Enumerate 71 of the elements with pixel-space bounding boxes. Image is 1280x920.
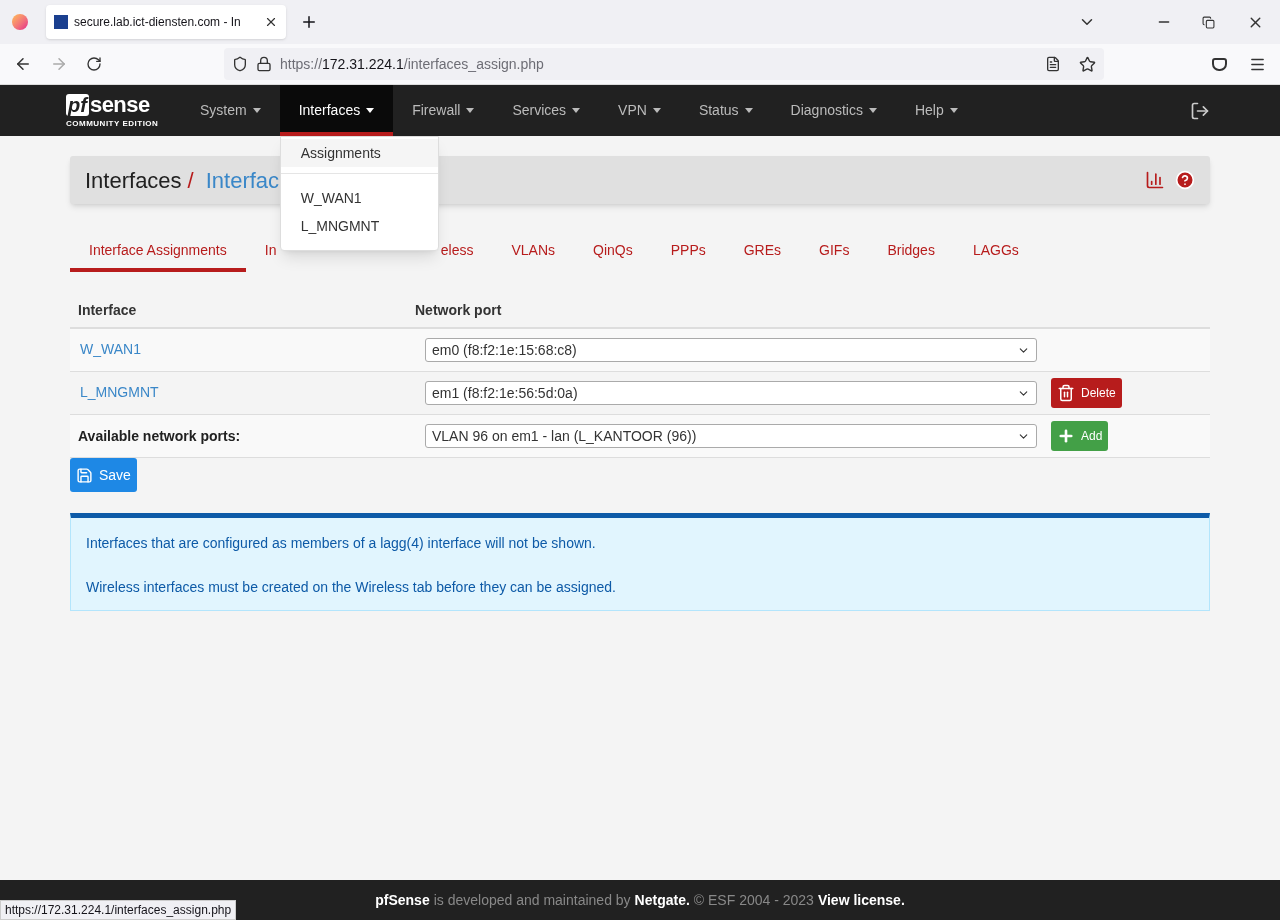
port-select[interactable]: em0 (f8:f2:1e:15:68:c8) — [425, 338, 1037, 362]
save-button[interactable]: Save — [70, 458, 137, 492]
breadcrumb-separator: / — [187, 166, 194, 195]
firefox-logo-icon[interactable] — [12, 14, 28, 30]
dropdown-item[interactable]: Assignments — [280, 139, 438, 167]
pocket-icon[interactable] — [1212, 57, 1227, 71]
trash-icon — [1057, 384, 1075, 402]
tab[interactable]: QinQs — [574, 243, 652, 272]
shield-icon[interactable] — [232, 56, 248, 72]
tab[interactable]: PPPs — [651, 243, 725, 272]
nav-menu-item[interactable]: Firewall — [393, 85, 494, 136]
caret-icon — [572, 108, 581, 113]
footer-text: pfSense — [375, 890, 430, 910]
tab[interactable]: Bridges — [868, 243, 954, 272]
new-tab-icon[interactable] — [300, 13, 318, 31]
reader-view-icon[interactable] — [1045, 56, 1061, 72]
pfsense-logo[interactable]: pfsense COMMUNITY EDITION — [66, 92, 181, 129]
nav-menu-item[interactable]: VPN — [599, 85, 680, 136]
column-header: Network port — [415, 301, 502, 320]
chart-icon[interactable] — [1145, 170, 1165, 190]
delete-button[interactable]: Delete — [1051, 378, 1122, 408]
caret-icon — [949, 108, 958, 113]
dropdown-item[interactable]: L_MNGMNT — [280, 212, 438, 240]
nav-menu-item[interactable]: Interfaces — [279, 85, 394, 136]
url-text: https://172.31.224.1/interfaces_assign.php — [280, 54, 544, 74]
info-text: Interfaces that are configured as members of a lagg(4) interface will not be shown. — [86, 534, 597, 553]
tab[interactable]: VLANs — [492, 243, 574, 272]
nav-menu-item[interactable]: Status — [679, 85, 772, 136]
tab[interactable]: LAGGs — [953, 243, 1038, 272]
nav-menu-item[interactable]: Help — [895, 85, 977, 136]
interface-link[interactable]: L_MNGMNT — [80, 384, 159, 400]
lock-icon[interactable] — [256, 56, 272, 72]
plus-icon — [1057, 427, 1075, 445]
logout-icon[interactable] — [1190, 100, 1210, 121]
nav-menu-item[interactable]: System — [181, 85, 280, 136]
footer-text: View license. — [817, 890, 905, 910]
caret-icon — [252, 108, 261, 113]
tab[interactable]: GREs — [724, 243, 801, 272]
tab[interactable]: Interface Assignments — [70, 243, 246, 272]
footer-text: Netgate. — [634, 890, 690, 910]
browser-tab[interactable]: secure.lab.ict-diensten.com - In — [46, 5, 286, 39]
breadcrumb-text: Interfaces — [85, 166, 182, 195]
column-header: Interface — [77, 301, 138, 320]
back-icon[interactable] — [14, 55, 32, 73]
restore-icon[interactable] — [1202, 15, 1215, 29]
row-label: Available network ports: — [78, 427, 242, 446]
caret-icon — [868, 108, 877, 113]
footer-text: is developed and maintained by — [433, 890, 631, 910]
info-text: Wireless interfaces must be created on the Wireless tab before they can be assigned. — [86, 578, 617, 597]
close-icon[interactable] — [264, 15, 278, 29]
footer-text: © ESF 2004 - 2023 — [693, 890, 814, 910]
nav-menu-item[interactable]: Services — [493, 85, 600, 136]
caret-icon — [466, 108, 475, 113]
nav-menu-item[interactable]: Diagnostics — [771, 85, 896, 136]
bookmark-star-icon[interactable] — [1079, 55, 1096, 73]
interface-link[interactable]: W_WAN1 — [80, 341, 141, 357]
help-icon[interactable] — [1175, 170, 1195, 190]
reload-icon[interactable] — [86, 56, 102, 72]
tab[interactable]: eless — [421, 243, 493, 272]
caret-icon — [744, 108, 753, 113]
tab-title: secure.lab.ict-diensten.com - In — [74, 14, 242, 31]
tab[interactable]: GIFs — [800, 243, 869, 272]
status-url: https://172.31.224.1/interfaces_assign.php — [0, 900, 237, 920]
pfsense-favicon-icon — [54, 15, 68, 29]
port-select[interactable]: em1 (f8:f2:1e:56:5d:0a) — [425, 381, 1037, 405]
dropdown-item[interactable]: W_WAN1 — [280, 184, 438, 212]
url-field[interactable]: https://172.31.224.1/interfaces_assign.php — [224, 48, 1104, 80]
caret-icon — [366, 108, 375, 113]
port-select[interactable]: VLAN 96 on em1 - lan (L_KANTOOR (96)) — [425, 424, 1037, 448]
caret-icon — [652, 108, 661, 113]
tab[interactable]: In — [245, 243, 422, 272]
